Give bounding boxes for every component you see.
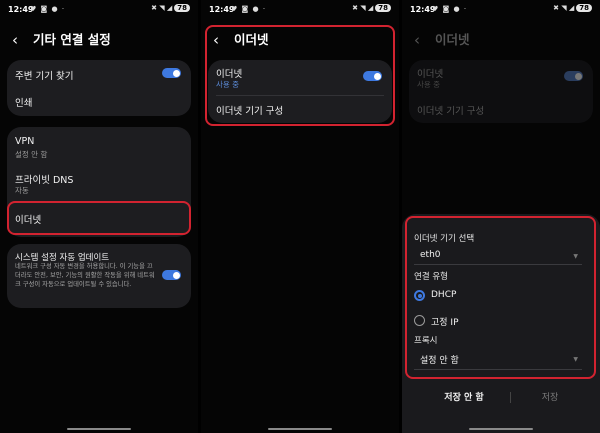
print-label: 인쇄 (15, 98, 33, 109)
card-nearby-print: 주변 기기 찾기 인쇄 (7, 60, 191, 116)
save-button[interactable]: 저장 (510, 390, 590, 403)
ethernet-status: 사용 중 (417, 80, 441, 89)
private-dns-status: 자동 (15, 186, 29, 195)
home-indicator (67, 428, 131, 430)
nearby-devices-toggle[interactable] (162, 68, 181, 78)
back-arrow-icon[interactable]: ‹ (12, 31, 18, 49)
ethernet-switch-item: 이더넷 사용 중 (409, 60, 593, 95)
app-bar: ‹ 기타 연결 설정 (0, 30, 198, 52)
status-bar: 12:49 ♥ ◙ ● · ✖ ◥ ◢ 78 (0, 4, 198, 17)
app-bar: ‹ 이더넷 (402, 30, 600, 52)
highlight-ethernet-screen (205, 25, 395, 126)
auto-update-toggle[interactable] (162, 270, 181, 280)
notification-icons: ♥ ◙ ● · (432, 5, 468, 13)
system-icons: ✖ ◥ ◢ 78 (151, 4, 190, 12)
ethernet-toggle (564, 71, 583, 81)
system-icons: ✖ ◥ ◢ 78 (352, 4, 391, 12)
highlight-ethernet (7, 201, 191, 235)
signal-icons: ✖ ◥ ◢ (553, 4, 575, 12)
ethernet-label: 이더넷 (417, 69, 444, 80)
configure-ethernet-item: 이더넷 기기 구성 (409, 96, 593, 123)
system-icons: ✖ ◥ ◢ 78 (553, 4, 592, 12)
highlight-config-dialog (405, 216, 596, 379)
cancel-button[interactable]: 저장 안 함 (424, 390, 504, 403)
configure-ethernet-label: 이더넷 기기 구성 (417, 106, 485, 117)
screen-other-connection-settings: 12:49 ♥ ◙ ● · ✖ ◥ ◢ 78 ‹ 기타 연결 설정 주변 기기 찾… (0, 0, 198, 433)
vpn-item[interactable]: VPN 설정 안 함 (7, 127, 191, 163)
page-title: 이더넷 (435, 32, 470, 47)
home-indicator (268, 428, 332, 430)
status-bar: 12:49 ♥ ◙ ● · ✖ ◥ ◢ 78 (201, 4, 399, 17)
auto-update-item[interactable]: 시스템 설정 자동 업데이트 네트워크 구성 자동 변경을 허용합니다. 이 기… (7, 244, 191, 308)
vpn-status: 설정 안 함 (15, 150, 48, 159)
card-ethernet: 이더넷 사용 중 이더넷 기기 구성 (409, 60, 593, 123)
signal-icons: ✖ ◥ ◢ (151, 4, 173, 12)
notification-icons: ♥ ◙ ● · (231, 5, 267, 13)
screen-ethernet: 12:49 ♥ ◙ ● · ✖ ◥ ◢ 78 ‹ 이더넷 이더넷 사용 중 이더넷… (201, 0, 399, 433)
status-bar: 12:49 ♥ ◙ ● · ✖ ◥ ◢ 78 (402, 4, 600, 17)
notification-icons: ♥ ◙ ● · (30, 5, 66, 13)
nearby-devices-item[interactable]: 주변 기기 찾기 (7, 60, 191, 88)
card-auto-update: 시스템 설정 자동 업데이트 네트워크 구성 자동 변경을 허용합니다. 이 기… (7, 244, 191, 308)
signal-icons: ✖ ◥ ◢ (352, 4, 374, 12)
battery-icon: 78 (576, 4, 592, 12)
vpn-label: VPN (15, 136, 35, 147)
back-arrow-icon: ‹ (414, 31, 420, 49)
print-item[interactable]: 인쇄 (7, 88, 191, 116)
auto-update-description: 네트워크 구성 자동 변경을 허용합니다. 이 기능을 끄더라도 안전, 보안,… (15, 263, 155, 288)
screen-ethernet-configure-dialog: 12:49 ♥ ◙ ● · ✖ ◥ ◢ 78 ‹ 이더넷 이더넷 사용 중 이더넷… (402, 0, 600, 433)
auto-update-title: 시스템 설정 자동 업데이트 (15, 253, 110, 263)
battery-icon: 78 (375, 4, 391, 12)
nearby-devices-label: 주변 기기 찾기 (15, 71, 74, 82)
private-dns-label: 프라이빗 DNS (15, 175, 74, 186)
private-dns-item[interactable]: 프라이빗 DNS 자동 (7, 163, 191, 199)
page-title: 기타 연결 설정 (33, 32, 111, 47)
battery-icon: 78 (174, 4, 190, 12)
home-indicator (469, 428, 533, 430)
